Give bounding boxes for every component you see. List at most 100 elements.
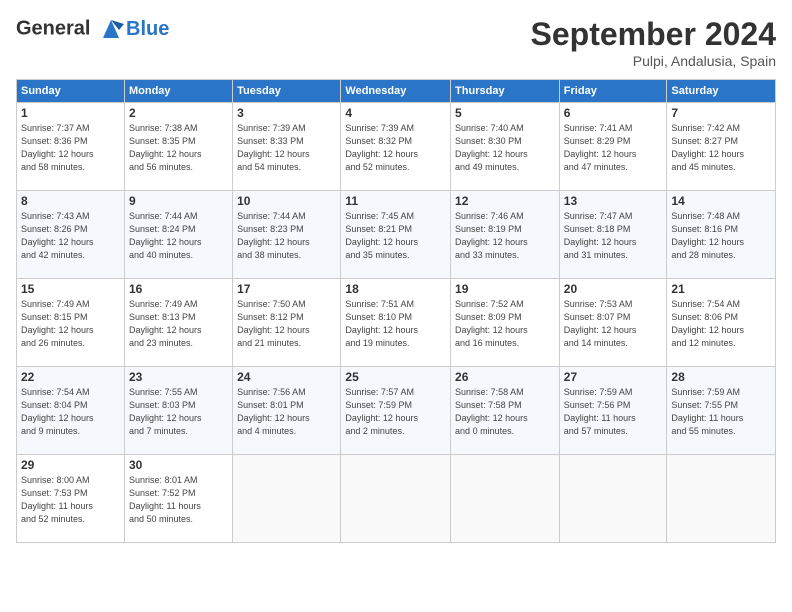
day-info: Sunrise: 7:45 AMSunset: 8:21 PMDaylight:… (345, 210, 446, 262)
header-friday: Friday (559, 80, 667, 103)
header-sunday: Sunday (17, 80, 125, 103)
day-number: 15 (21, 282, 120, 296)
table-row: 27 Sunrise: 7:59 AMSunset: 7:56 PMDayligh… (559, 367, 667, 455)
table-row: 6 Sunrise: 7:41 AMSunset: 8:29 PMDaylight… (559, 103, 667, 191)
day-number: 29 (21, 458, 120, 472)
day-info: Sunrise: 7:41 AMSunset: 8:29 PMDaylight:… (564, 122, 663, 174)
table-row: 8Sunrise: 7:43 AMSunset: 8:26 PMDaylight… (17, 191, 125, 279)
day-number: 16 (129, 282, 228, 296)
header-monday: Monday (124, 80, 232, 103)
day-info: Sunrise: 7:54 AMSunset: 8:06 PMDaylight:… (671, 298, 771, 350)
day-number: 28 (671, 370, 771, 384)
day-number: 13 (564, 194, 663, 208)
header-tuesday: Tuesday (233, 80, 341, 103)
calendar-table: Sunday Monday Tuesday Wednesday Thursday… (16, 79, 776, 543)
day-info: Sunrise: 7:42 AMSunset: 8:27 PMDaylight:… (671, 122, 771, 174)
table-row: 12 Sunrise: 7:46 AMSunset: 8:19 PMDayligh… (451, 191, 560, 279)
day-number: 26 (455, 370, 555, 384)
logo: General Blue (16, 16, 169, 42)
day-info: Sunrise: 7:57 AMSunset: 7:59 PMDaylight:… (345, 386, 446, 438)
day-number: 3 (237, 106, 336, 120)
day-number: 24 (237, 370, 336, 384)
day-number: 14 (671, 194, 771, 208)
table-row: 28Sunrise: 7:59 AMSunset: 7:55 PMDayligh… (667, 367, 776, 455)
table-row: 19 Sunrise: 7:52 AMSunset: 8:09 PMDayligh… (451, 279, 560, 367)
day-info: Sunrise: 7:53 AMSunset: 8:07 PMDaylight:… (564, 298, 663, 350)
day-number: 7 (671, 106, 771, 120)
table-row: 15 Sunrise: 7:49 AMSunset: 8:15 PMDayligh… (17, 279, 125, 367)
day-info: Sunrise: 7:49 AMSunset: 8:15 PMDaylight:… (21, 298, 120, 350)
table-row: 25Sunrise: 7:57 AMSunset: 7:59 PMDayligh… (341, 367, 451, 455)
day-info: Sunrise: 7:47 AMSunset: 8:18 PMDaylight:… (564, 210, 663, 262)
table-row: 24 Sunrise: 7:56 AMSunset: 8:01 PMDayligh… (233, 367, 341, 455)
calendar-week-2: 8Sunrise: 7:43 AMSunset: 8:26 PMDaylight… (17, 191, 776, 279)
table-row (559, 455, 667, 543)
calendar-week-3: 15 Sunrise: 7:49 AMSunset: 8:15 PMDayligh… (17, 279, 776, 367)
table-row: 21 Sunrise: 7:54 AMSunset: 8:06 PMDayligh… (667, 279, 776, 367)
table-row: 5 Sunrise: 7:40 AMSunset: 8:30 PMDaylight… (451, 103, 560, 191)
day-number: 1 (21, 106, 120, 120)
table-row: 22 Sunrise: 7:54 AMSunset: 8:04 PMDayligh… (17, 367, 125, 455)
day-number: 5 (455, 106, 555, 120)
table-row: 29Sunrise: 8:00 AMSunset: 7:53 PMDayligh… (17, 455, 125, 543)
day-number: 20 (564, 282, 663, 296)
day-info: Sunrise: 7:58 AMSunset: 7:58 PMDaylight:… (455, 386, 555, 438)
day-number: 23 (129, 370, 228, 384)
day-number: 4 (345, 106, 446, 120)
table-row: 14 Sunrise: 7:48 AMSunset: 8:16 PMDayligh… (667, 191, 776, 279)
day-number: 8 (21, 194, 120, 208)
table-row: 17 Sunrise: 7:50 AMSunset: 8:12 PMDayligh… (233, 279, 341, 367)
day-number: 27 (564, 370, 663, 384)
table-row: 26 Sunrise: 7:58 AMSunset: 7:58 PMDayligh… (451, 367, 560, 455)
table-row: 23Sunrise: 7:55 AMSunset: 8:03 PMDayligh… (124, 367, 232, 455)
day-number: 19 (455, 282, 555, 296)
table-row: 2Sunrise: 7:38 AMSunset: 8:35 PMDaylight… (124, 103, 232, 191)
day-info: Sunrise: 7:54 AMSunset: 8:04 PMDaylight:… (21, 386, 120, 438)
month-title: September 2024 (531, 16, 776, 53)
table-row (451, 455, 560, 543)
table-row: 20 Sunrise: 7:53 AMSunset: 8:07 PMDayligh… (559, 279, 667, 367)
day-info: Sunrise: 7:44 AMSunset: 8:23 PMDaylight:… (237, 210, 336, 262)
table-row: 1 Sunrise: 7:37 AMSunset: 8:36 PMDaylight… (17, 103, 125, 191)
day-info: Sunrise: 7:50 AMSunset: 8:12 PMDaylight:… (237, 298, 336, 350)
day-number: 9 (129, 194, 228, 208)
location-subtitle: Pulpi, Andalusia, Spain (531, 53, 776, 69)
day-number: 18 (345, 282, 446, 296)
calendar-week-4: 22 Sunrise: 7:54 AMSunset: 8:04 PMDayligh… (17, 367, 776, 455)
day-info: Sunrise: 7:38 AMSunset: 8:35 PMDaylight:… (129, 122, 228, 174)
calendar-week-1: 1 Sunrise: 7:37 AMSunset: 8:36 PMDaylight… (17, 103, 776, 191)
day-info: Sunrise: 7:46 AMSunset: 8:19 PMDaylight:… (455, 210, 555, 262)
day-info: Sunrise: 7:37 AMSunset: 8:36 PMDaylight:… (21, 122, 120, 174)
title-block: September 2024 Pulpi, Andalusia, Spain (531, 16, 776, 69)
day-number: 10 (237, 194, 336, 208)
day-number: 30 (129, 458, 228, 472)
day-number: 11 (345, 194, 446, 208)
day-info: Sunrise: 8:01 AMSunset: 7:52 PMDaylight:… (129, 474, 228, 526)
day-info: Sunrise: 7:48 AMSunset: 8:16 PMDaylight:… (671, 210, 771, 262)
day-info: Sunrise: 7:40 AMSunset: 8:30 PMDaylight:… (455, 122, 555, 174)
table-row: 9 Sunrise: 7:44 AMSunset: 8:24 PMDaylight… (124, 191, 232, 279)
day-info: Sunrise: 7:52 AMSunset: 8:09 PMDaylight:… (455, 298, 555, 350)
table-row: 3Sunrise: 7:39 AMSunset: 8:33 PMDaylight… (233, 103, 341, 191)
day-number: 6 (564, 106, 663, 120)
day-number: 22 (21, 370, 120, 384)
table-row: 16 Sunrise: 7:49 AMSunset: 8:13 PMDayligh… (124, 279, 232, 367)
day-info: Sunrise: 7:49 AMSunset: 8:13 PMDaylight:… (129, 298, 228, 350)
logo-general: General (16, 17, 90, 39)
day-info: Sunrise: 7:44 AMSunset: 8:24 PMDaylight:… (129, 210, 228, 262)
page-header: General Blue September 2024 Pulpi, Andal… (16, 16, 776, 69)
day-info: Sunrise: 7:51 AMSunset: 8:10 PMDaylight:… (345, 298, 446, 350)
table-row: 30 Sunrise: 8:01 AMSunset: 7:52 PMDayligh… (124, 455, 232, 543)
day-info: Sunrise: 7:59 AMSunset: 7:56 PMDaylight:… (564, 386, 663, 438)
day-info: Sunrise: 7:56 AMSunset: 8:01 PMDaylight:… (237, 386, 336, 438)
table-row: 11 Sunrise: 7:45 AMSunset: 8:21 PMDayligh… (341, 191, 451, 279)
day-info: Sunrise: 7:39 AMSunset: 8:32 PMDaylight:… (345, 122, 446, 174)
table-row: 10 Sunrise: 7:44 AMSunset: 8:23 PMDayligh… (233, 191, 341, 279)
day-number: 21 (671, 282, 771, 296)
day-number: 12 (455, 194, 555, 208)
header-wednesday: Wednesday (341, 80, 451, 103)
table-row: 18 Sunrise: 7:51 AMSunset: 8:10 PMDayligh… (341, 279, 451, 367)
header-saturday: Saturday (667, 80, 776, 103)
day-number: 17 (237, 282, 336, 296)
logo-blue: Blue (126, 18, 169, 41)
